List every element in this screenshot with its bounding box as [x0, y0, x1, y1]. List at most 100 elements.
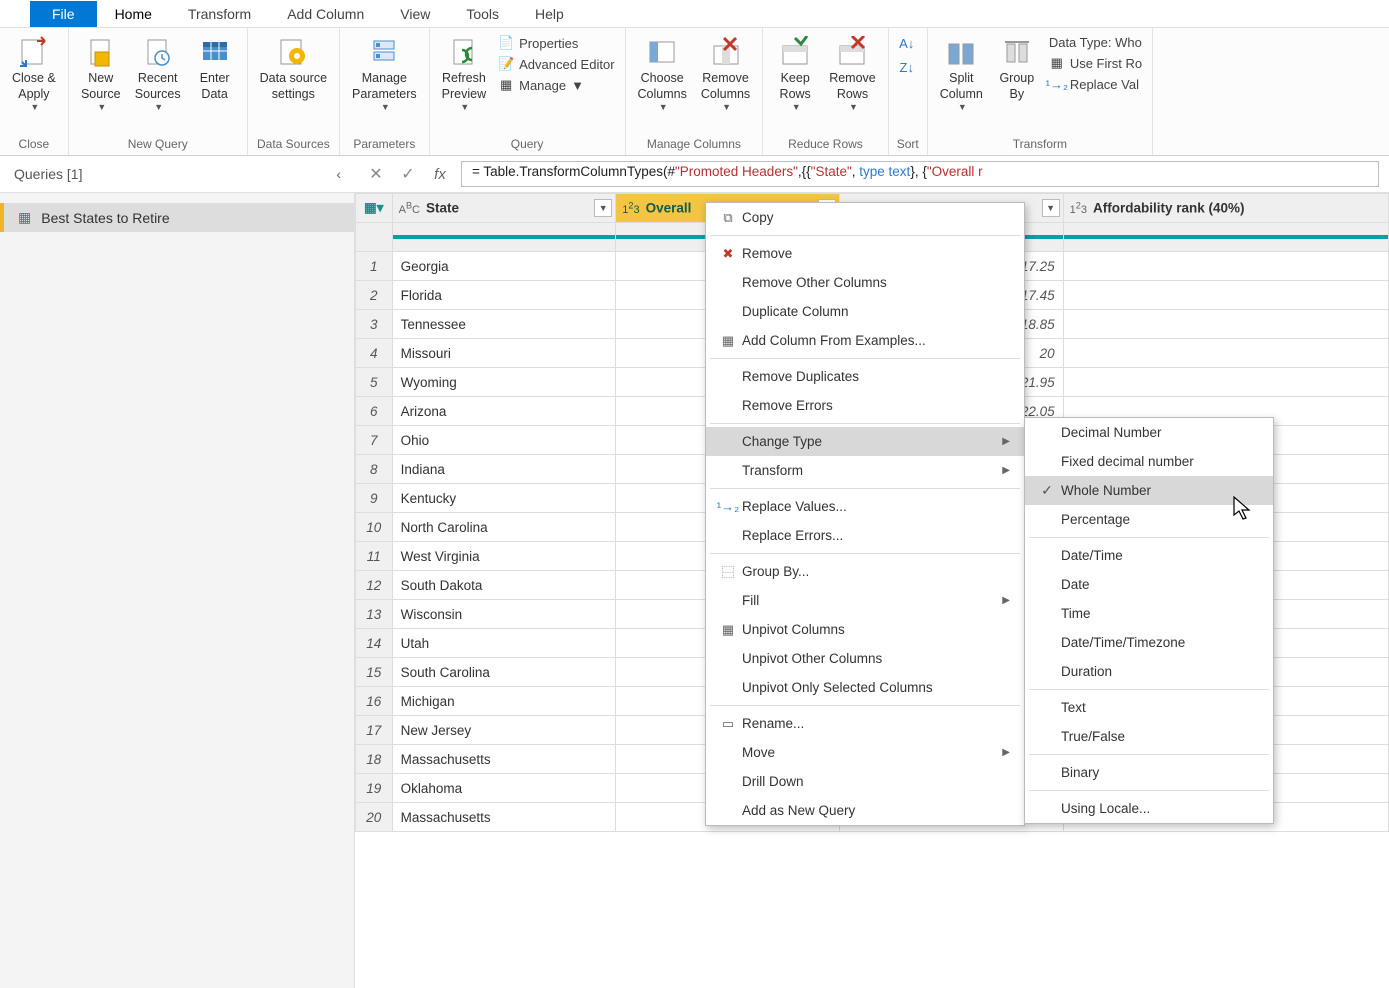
cell-state[interactable]: Kentucky — [392, 484, 616, 513]
first-row-headers-button[interactable]: ▦Use First Ro — [1047, 54, 1144, 72]
remove-rows-button[interactable]: RemoveRows▼ — [825, 34, 880, 114]
properties-button[interactable]: 📄Properties — [496, 34, 616, 52]
menu-group-by[interactable]: ⿱Group By... — [706, 557, 1024, 586]
table-corner-icon[interactable]: ▦▾ — [356, 194, 393, 223]
cell-affordability[interactable] — [1063, 281, 1388, 310]
advanced-editor-button[interactable]: 📝Advanced Editor — [496, 55, 616, 73]
cell-state[interactable]: Michigan — [392, 687, 616, 716]
group-managecols-label: Manage Columns — [634, 135, 755, 153]
menu-add-from-examples[interactable]: ▦Add Column From Examples... — [706, 326, 1024, 355]
menu-change-type[interactable]: Change Type▶ — [706, 427, 1024, 456]
cell-state[interactable]: Massachusetts — [392, 803, 616, 832]
collapse-queries-icon[interactable]: ‹ — [336, 166, 341, 182]
tab-add-column[interactable]: Add Column — [269, 1, 382, 27]
cell-state[interactable]: Utah — [392, 629, 616, 658]
menu-unpivot-selected[interactable]: Unpivot Only Selected Columns — [706, 673, 1024, 702]
cell-state[interactable]: Arizona — [392, 397, 616, 426]
formula-input[interactable]: = Table.TransformColumnTypes(#"Promoted … — [461, 161, 1379, 187]
editor-icon: 📝 — [498, 56, 514, 72]
cell-state[interactable]: Wisconsin — [392, 600, 616, 629]
group-by-button[interactable]: GroupBy — [993, 34, 1041, 104]
cell-state[interactable]: South Dakota — [392, 571, 616, 600]
choose-columns-button[interactable]: ChooseColumns▼ — [634, 34, 691, 114]
column-header-state[interactable]: ABCState▼ — [392, 194, 616, 223]
filter-dropdown-icon[interactable]: ▼ — [1042, 199, 1060, 217]
cell-state[interactable]: Missouri — [392, 339, 616, 368]
menu-add-new-query[interactable]: Add as New Query — [706, 796, 1024, 825]
menu-unpivot[interactable]: ▦Unpivot Columns — [706, 615, 1024, 644]
tab-help[interactable]: Help — [517, 1, 582, 27]
menu-remove-duplicates[interactable]: Remove Duplicates — [706, 362, 1024, 391]
menu-copy[interactable]: ⧉Copy — [706, 203, 1024, 232]
submenu-binary[interactable]: Binary — [1025, 758, 1273, 787]
cell-state[interactable]: Florida — [392, 281, 616, 310]
accept-formula-icon[interactable]: ✓ — [397, 163, 419, 185]
submenu-decimal[interactable]: Decimal Number — [1025, 418, 1273, 447]
check-icon: ✓ — [1033, 482, 1061, 499]
menu-rename[interactable]: ▭Rename... — [706, 709, 1024, 738]
submenu-whole-number[interactable]: ✓Whole Number — [1025, 476, 1273, 505]
keep-rows-button[interactable]: KeepRows▼ — [771, 34, 819, 114]
column-header-affordability[interactable]: 123Affordability rank (40%) — [1063, 194, 1388, 223]
tab-home[interactable]: Home — [97, 1, 170, 27]
cell-state[interactable]: Tennessee — [392, 310, 616, 339]
menu-remove-other[interactable]: Remove Other Columns — [706, 268, 1024, 297]
close-apply-button[interactable]: Close &Apply▼ — [8, 34, 60, 114]
menu-drill-down[interactable]: Drill Down — [706, 767, 1024, 796]
submenu-datetimetz[interactable]: Date/Time/Timezone — [1025, 628, 1273, 657]
submenu-percentage[interactable]: Percentage — [1025, 505, 1273, 534]
submenu-date[interactable]: Date — [1025, 570, 1273, 599]
cell-state[interactable]: Indiana — [392, 455, 616, 484]
split-column-button[interactable]: SplitColumn▼ — [936, 34, 987, 114]
data-source-settings-button[interactable]: Data sourcesettings — [256, 34, 331, 104]
manage-button[interactable]: ▦Manage ▼ — [496, 76, 616, 94]
cell-affordability[interactable] — [1063, 310, 1388, 339]
submenu-text[interactable]: Text — [1025, 693, 1273, 722]
cell-affordability[interactable] — [1063, 339, 1388, 368]
enter-data-button[interactable]: EnterData — [191, 34, 239, 104]
cell-state[interactable]: West Virginia — [392, 542, 616, 571]
submenu-true-false[interactable]: True/False — [1025, 722, 1273, 751]
remove-columns-button[interactable]: RemoveColumns▼ — [697, 34, 754, 114]
menu-replace-values[interactable]: ¹→₂Replace Values... — [706, 492, 1024, 521]
menu-fill[interactable]: Fill▶ — [706, 586, 1024, 615]
submenu-duration[interactable]: Duration — [1025, 657, 1273, 686]
query-item[interactable]: ▦ Best States to Retire — [0, 203, 354, 232]
cell-state[interactable]: Wyoming — [392, 368, 616, 397]
tab-tools[interactable]: Tools — [448, 1, 517, 27]
cell-affordability[interactable] — [1063, 368, 1388, 397]
replace-values-button[interactable]: ¹→₂Replace Val — [1047, 75, 1144, 93]
cell-state[interactable]: New Jersey — [392, 716, 616, 745]
menu-remove[interactable]: ✖Remove — [706, 239, 1024, 268]
menu-move[interactable]: Move▶ — [706, 738, 1024, 767]
menu-transform[interactable]: Transform▶ — [706, 456, 1024, 485]
menu-remove-errors[interactable]: Remove Errors — [706, 391, 1024, 420]
recent-sources-button[interactable]: RecentSources▼ — [131, 34, 185, 114]
manage-parameters-button[interactable]: ManageParameters▼ — [348, 34, 421, 114]
cell-state[interactable]: Georgia — [392, 252, 616, 281]
submenu-datetime[interactable]: Date/Time — [1025, 541, 1273, 570]
tab-view[interactable]: View — [382, 1, 448, 27]
cancel-formula-icon[interactable]: ✕ — [365, 163, 387, 185]
filter-dropdown-icon[interactable]: ▼ — [594, 199, 612, 217]
cell-state[interactable]: North Carolina — [392, 513, 616, 542]
refresh-preview-button[interactable]: RefreshPreview▼ — [438, 34, 490, 114]
sort-desc-button[interactable]: Z↓ — [897, 58, 917, 76]
submenu-time[interactable]: Time — [1025, 599, 1273, 628]
new-source-button[interactable]: NewSource▼ — [77, 34, 125, 114]
cell-state[interactable]: Massachusetts — [392, 745, 616, 774]
menu-duplicate[interactable]: Duplicate Column — [706, 297, 1024, 326]
menu-unpivot-other[interactable]: Unpivot Other Columns — [706, 644, 1024, 673]
menu-replace-errors[interactable]: Replace Errors... — [706, 521, 1024, 550]
tab-transform[interactable]: Transform — [170, 1, 269, 27]
cell-affordability[interactable] — [1063, 252, 1388, 281]
cell-state[interactable]: Oklahoma — [392, 774, 616, 803]
sort-asc-button[interactable]: A↓ — [897, 34, 917, 52]
cell-state[interactable]: Ohio — [392, 426, 616, 455]
tab-file[interactable]: File — [30, 1, 97, 27]
fx-icon[interactable]: fx — [429, 163, 451, 185]
cell-state[interactable]: South Carolina — [392, 658, 616, 687]
submenu-locale[interactable]: Using Locale... — [1025, 794, 1273, 823]
submenu-fixed-decimal[interactable]: Fixed decimal number — [1025, 447, 1273, 476]
data-type-button[interactable]: Data Type: Who — [1047, 34, 1144, 51]
